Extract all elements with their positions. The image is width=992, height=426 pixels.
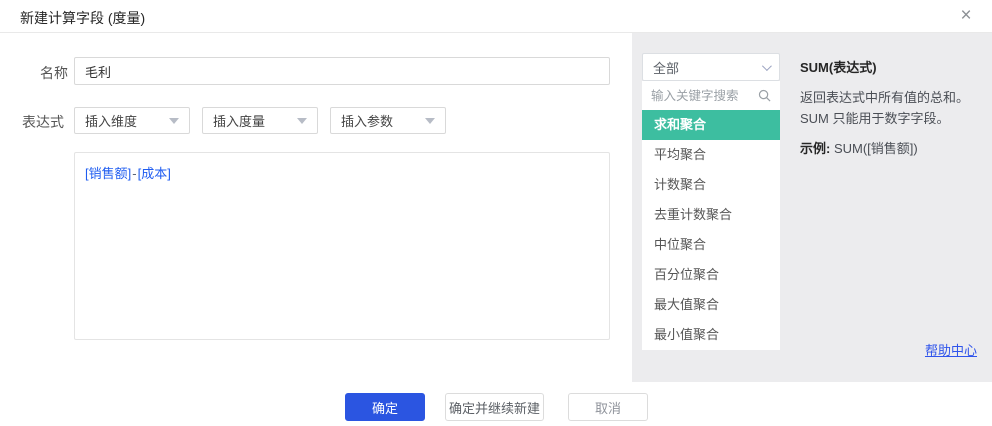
category-dropdown-value: 全部 (653, 58, 679, 77)
example-value: SUM([销售额]) (834, 141, 918, 156)
dialog-footer: 确定 确定并继续新建 取消 (0, 382, 992, 426)
insert-measure-label: 插入度量 (213, 111, 265, 130)
expression-label: 表达式 (22, 112, 64, 132)
aggregation-list-item[interactable]: 最小值聚合 (642, 320, 780, 350)
search-input[interactable] (651, 89, 755, 103)
chevron-down-icon (762, 61, 772, 71)
example-label: 示例: (800, 141, 830, 156)
aggregation-list-item[interactable]: 最大值聚合 (642, 290, 780, 320)
function-detail-description: 返回表达式中所有值的总和。SUM 只能用于数字字段。 (800, 87, 984, 129)
new-calculated-field-dialog: 新建计算字段 (度量) × 名称 表达式 插入维度 插入度量 插入参数 [销售额… (0, 0, 992, 426)
caret-down-icon (169, 118, 179, 124)
insert-dimension-dropdown[interactable]: 插入维度 (74, 107, 190, 134)
insert-measure-dropdown[interactable]: 插入度量 (202, 107, 318, 134)
aggregation-list: 求和聚合平均聚合计数聚合去重计数聚合中位聚合百分位聚合最大值聚合最小值聚合 (642, 110, 780, 350)
dialog-title: 新建计算字段 (度量) (20, 8, 145, 28)
expression-field-token: [成本] (138, 166, 171, 181)
name-input[interactable] (74, 57, 610, 85)
aggregation-list-item[interactable]: 百分位聚合 (642, 260, 780, 290)
aggregation-list-item[interactable]: 去重计数聚合 (642, 200, 780, 230)
aggregation-list-card: 求和聚合平均聚合计数聚合去重计数聚合中位聚合百分位聚合最大值聚合最小值聚合 (642, 81, 780, 350)
category-dropdown[interactable]: 全部 (642, 53, 780, 81)
insert-dimension-label: 插入维度 (85, 111, 137, 130)
function-detail-example: 示例: SUM([销售额]) (800, 138, 984, 157)
expression-editor[interactable]: [销售额]-[成本] (74, 152, 610, 340)
name-label: 名称 (40, 63, 68, 83)
confirm-button[interactable]: 确定 (345, 393, 425, 421)
aggregation-list-item[interactable]: 平均聚合 (642, 140, 780, 170)
function-detail-title: SUM(表达式) (800, 57, 984, 76)
search-icon[interactable] (758, 89, 771, 102)
close-icon[interactable]: × (954, 4, 978, 28)
function-reference-panel: 全部 求和聚合平均聚合计数聚合去重计数聚合中位聚合百分位聚合最大值聚合最小值聚合… (632, 33, 992, 382)
help-center-link[interactable]: 帮助中心 (925, 340, 977, 359)
insert-parameter-dropdown[interactable]: 插入参数 (330, 107, 446, 134)
aggregation-list-item[interactable]: 求和聚合 (642, 110, 780, 140)
caret-down-icon (297, 118, 307, 124)
insert-parameter-label: 插入参数 (341, 111, 393, 130)
search-row (642, 81, 780, 110)
function-detail: SUM(表达式) 返回表达式中所有值的总和。SUM 只能用于数字字段。 示例: … (800, 57, 984, 157)
caret-down-icon (425, 118, 435, 124)
dialog-header: 新建计算字段 (度量) × (0, 0, 992, 33)
aggregation-list-item[interactable]: 计数聚合 (642, 170, 780, 200)
expression-field-token: [销售额] (85, 166, 131, 181)
confirm-and-continue-button[interactable]: 确定并继续新建 (445, 393, 544, 421)
aggregation-list-item[interactable]: 中位聚合 (642, 230, 780, 260)
cancel-button[interactable]: 取消 (568, 393, 648, 421)
